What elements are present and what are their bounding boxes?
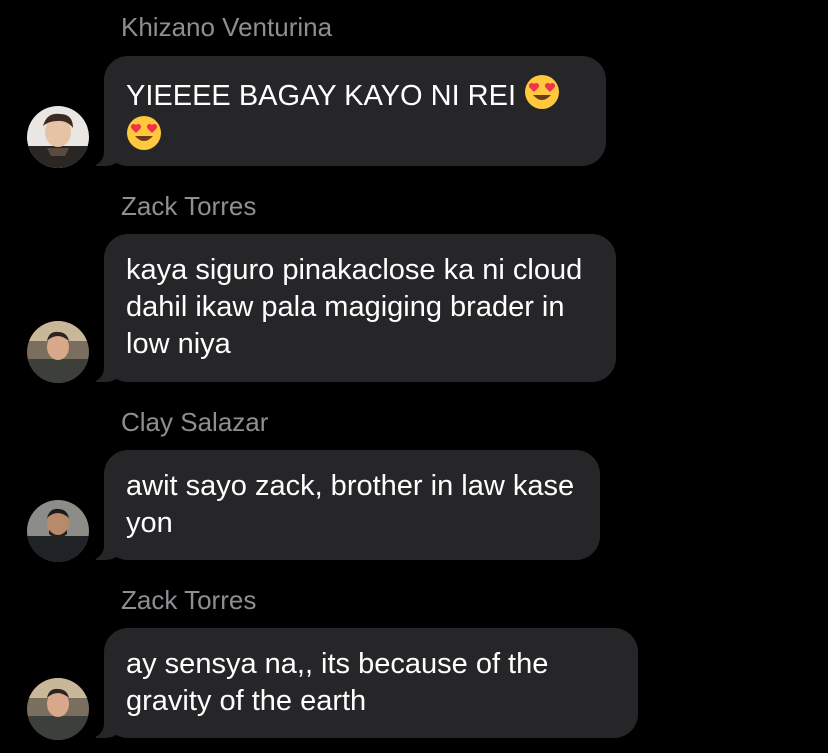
heart-eyes-emoji-icon [524, 74, 560, 110]
avatar-clay-icon [27, 500, 89, 562]
sender-name: Zack Torres [121, 191, 257, 221]
message-bubble[interactable]: awit sayo zack, brother in law kase yon [96, 450, 600, 560]
message-text: kaya siguro pinakaclose ka ni cloud dahi… [126, 254, 591, 360]
message-text: YIEEEE BAGAY KAYO NI REI [126, 80, 517, 112]
avatar-zack-icon [27, 321, 89, 383]
message-bubble[interactable]: ay sensya na,, its because of the gravit… [96, 628, 638, 738]
heart-eyes-emoji-icon [126, 115, 162, 151]
sender-name: Clay Salazar [121, 407, 269, 437]
message-text: ay sensya na,, its because of the gravit… [126, 648, 557, 717]
avatar[interactable] [27, 321, 89, 383]
sender-name: Zack Torres [121, 585, 257, 615]
avatar-zack-icon [27, 678, 89, 740]
message-text: awit sayo zack, brother in law kase yon [126, 470, 583, 539]
bubble-tail [96, 142, 120, 166]
avatar[interactable] [27, 106, 89, 168]
avatar[interactable] [27, 500, 89, 562]
avatar[interactable] [27, 678, 89, 740]
bubble-tail [96, 358, 120, 382]
bubble-tail [96, 714, 120, 738]
bubble-tail [96, 536, 120, 560]
message-bubble[interactable]: kaya siguro pinakaclose ka ni cloud dahi… [96, 234, 616, 382]
sender-name: Khizano Venturina [121, 12, 333, 42]
avatar-khizano-icon [27, 106, 89, 168]
message-bubble[interactable]: YIEEEE BAGAY KAYO NI REI [96, 56, 606, 166]
